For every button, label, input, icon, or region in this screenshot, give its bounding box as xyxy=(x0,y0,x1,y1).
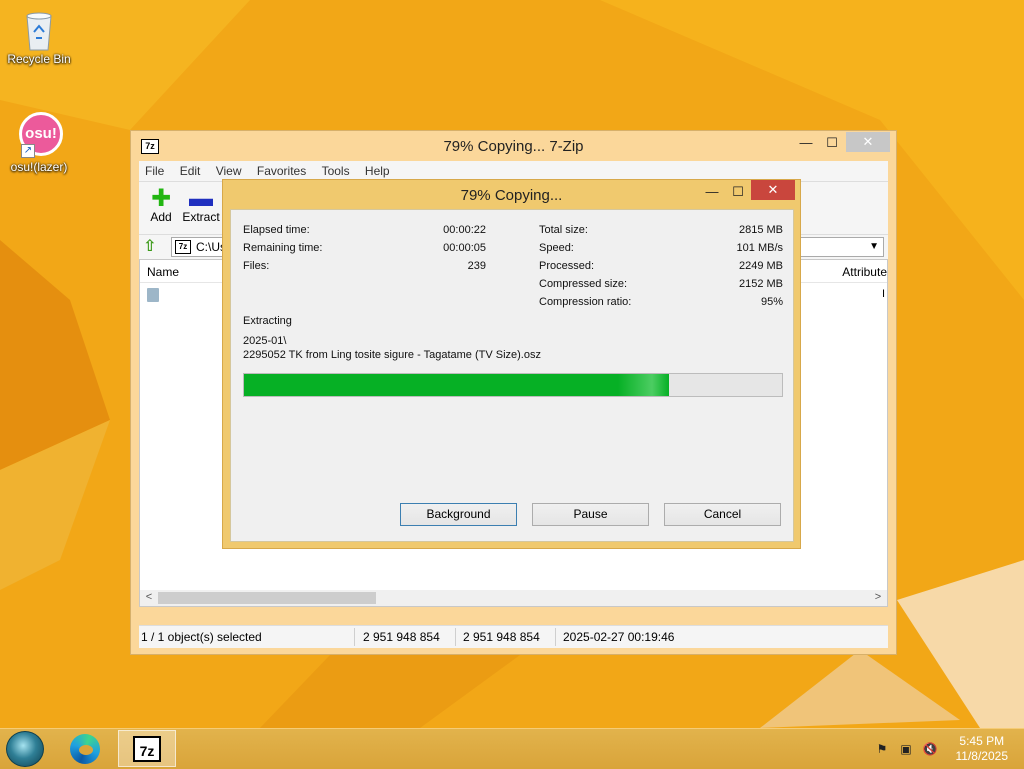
elapsed-time-value: 00:00:22 xyxy=(443,224,486,236)
total-size-label: Total size: xyxy=(539,224,588,236)
extract-button[interactable]: ▬ Extract xyxy=(181,185,221,225)
progress-bar xyxy=(243,373,783,397)
total-size-value: 2815 MB xyxy=(738,224,783,236)
extract-label: Extract xyxy=(182,210,220,224)
scroll-right-icon[interactable]: > xyxy=(871,591,885,603)
osu-lazer-label: osu!(lazer) xyxy=(10,160,68,174)
menu-bar: File Edit View Favorites Tools Help xyxy=(139,161,888,181)
7zip-icon: 7z xyxy=(133,736,161,762)
edge-icon xyxy=(70,734,100,764)
remaining-time-value: 00:00:05 xyxy=(443,242,486,254)
folder-up-icon[interactable]: ⇧ xyxy=(143,238,161,256)
progress-bar-fill xyxy=(244,374,670,396)
start-button[interactable] xyxy=(6,731,44,767)
action-center-flag-icon[interactable]: ⚑ xyxy=(874,742,890,756)
network-icon[interactable]: ▣ xyxy=(898,742,914,756)
add-label: Add xyxy=(150,210,172,224)
progress-dialog: 79% Copying... — ☐ ✕ Elapsed time: 00:00… xyxy=(222,179,801,549)
compressed-size-label: Compressed size: xyxy=(539,278,628,290)
remaining-time-label: Remaining time: xyxy=(243,242,323,254)
dialog-maximize-button[interactable]: ☐ xyxy=(725,182,751,202)
system-clock[interactable]: 5:45 PM 11/8/2025 xyxy=(956,734,1009,764)
processed-value: 2249 MB xyxy=(738,260,783,272)
osu-lazer-shortcut[interactable]: osu! ↗ osu!(lazer) xyxy=(1,112,77,174)
close-button[interactable]: ✕ xyxy=(846,132,890,152)
pause-button[interactable]: Pause xyxy=(532,503,649,526)
recycle-bin-label: Recycle Bin xyxy=(7,52,71,66)
maximize-button[interactable]: ☐ xyxy=(819,133,845,153)
status-divider xyxy=(455,628,456,646)
files-label: Files: xyxy=(243,260,270,272)
compressed-size-value: 2152 MB xyxy=(738,278,783,290)
taskbar-7zip[interactable]: 7z xyxy=(118,730,176,767)
recycle-bin-shortcut[interactable]: Recycle Bin xyxy=(1,8,77,66)
operation-label: Extracting xyxy=(243,315,292,327)
taskbar: 7z ⚑ ▣ 🔇 5:45 PM 11/8/2025 xyxy=(0,728,1024,769)
dialog-minimize-button[interactable]: — xyxy=(699,182,725,202)
menu-file[interactable]: File xyxy=(139,161,170,181)
column-header-name[interactable]: Name xyxy=(147,265,179,279)
scrollbar-thumb[interactable] xyxy=(158,592,376,604)
files-value: 239 xyxy=(467,260,486,272)
menu-help[interactable]: Help xyxy=(359,161,396,181)
processed-label: Processed: xyxy=(539,260,595,272)
current-folder: 2025-01\ xyxy=(243,335,287,347)
main-title-bar[interactable]: 7z 79% Copying... 7-Zip — ☐ ✕ xyxy=(131,131,896,161)
taskbar-edge[interactable] xyxy=(56,730,114,767)
minus-icon: ▬ xyxy=(189,185,213,212)
attribute-value: I xyxy=(881,288,885,300)
background-button[interactable]: Background xyxy=(400,503,517,526)
recycle-bin-icon xyxy=(19,8,59,51)
status-size: 2 951 948 854 xyxy=(363,630,440,644)
compression-ratio-value: 95% xyxy=(760,296,783,308)
menu-view[interactable]: View xyxy=(210,161,248,181)
file-icon[interactable] xyxy=(147,288,159,302)
compression-ratio-label: Compression ratio: xyxy=(539,296,632,308)
clock-date: 11/8/2025 xyxy=(955,749,1009,763)
horizontal-scrollbar[interactable]: < > xyxy=(140,590,887,606)
status-divider xyxy=(354,628,355,646)
main-window-title: 79% Copying... 7-Zip xyxy=(443,138,584,155)
volume-muted-icon[interactable]: 🔇 xyxy=(922,742,938,756)
shortcut-arrow-icon: ↗ xyxy=(21,144,35,158)
status-modified: 2025-02-27 00:19:46 xyxy=(563,630,675,644)
speed-label: Speed: xyxy=(539,242,574,254)
menu-favorites[interactable]: Favorites xyxy=(251,161,312,181)
cancel-button[interactable]: Cancel xyxy=(664,503,781,526)
dialog-close-button[interactable]: ✕ xyxy=(751,180,795,200)
menu-tools[interactable]: Tools xyxy=(316,161,356,181)
speed-value: 101 MB/s xyxy=(736,242,783,254)
chevron-down-icon[interactable]: ▼ xyxy=(869,238,879,256)
menu-edit[interactable]: Edit xyxy=(174,161,207,181)
7zip-small-icon: 7z xyxy=(175,240,191,254)
status-packed-size: 2 951 948 854 xyxy=(463,630,540,644)
status-divider xyxy=(555,628,556,646)
current-file: 2295052 TK from Ling tosite sigure - Tag… xyxy=(243,349,541,361)
plus-icon: ✚ xyxy=(150,185,172,212)
elapsed-time-label: Elapsed time: xyxy=(243,224,310,236)
dialog-body: Elapsed time: 00:00:22 Remaining time: 0… xyxy=(230,209,794,542)
add-button[interactable]: ✚ Add xyxy=(141,185,181,225)
status-bar: 1 / 1 object(s) selected 2 951 948 854 2… xyxy=(139,625,888,648)
column-header-attributes[interactable]: Attribute xyxy=(842,265,887,279)
status-selection: 1 / 1 object(s) selected xyxy=(141,630,262,644)
clock-time: 5:45 PM xyxy=(959,734,1005,748)
minimize-button[interactable]: — xyxy=(793,133,819,153)
scroll-left-icon[interactable]: < xyxy=(142,591,156,603)
